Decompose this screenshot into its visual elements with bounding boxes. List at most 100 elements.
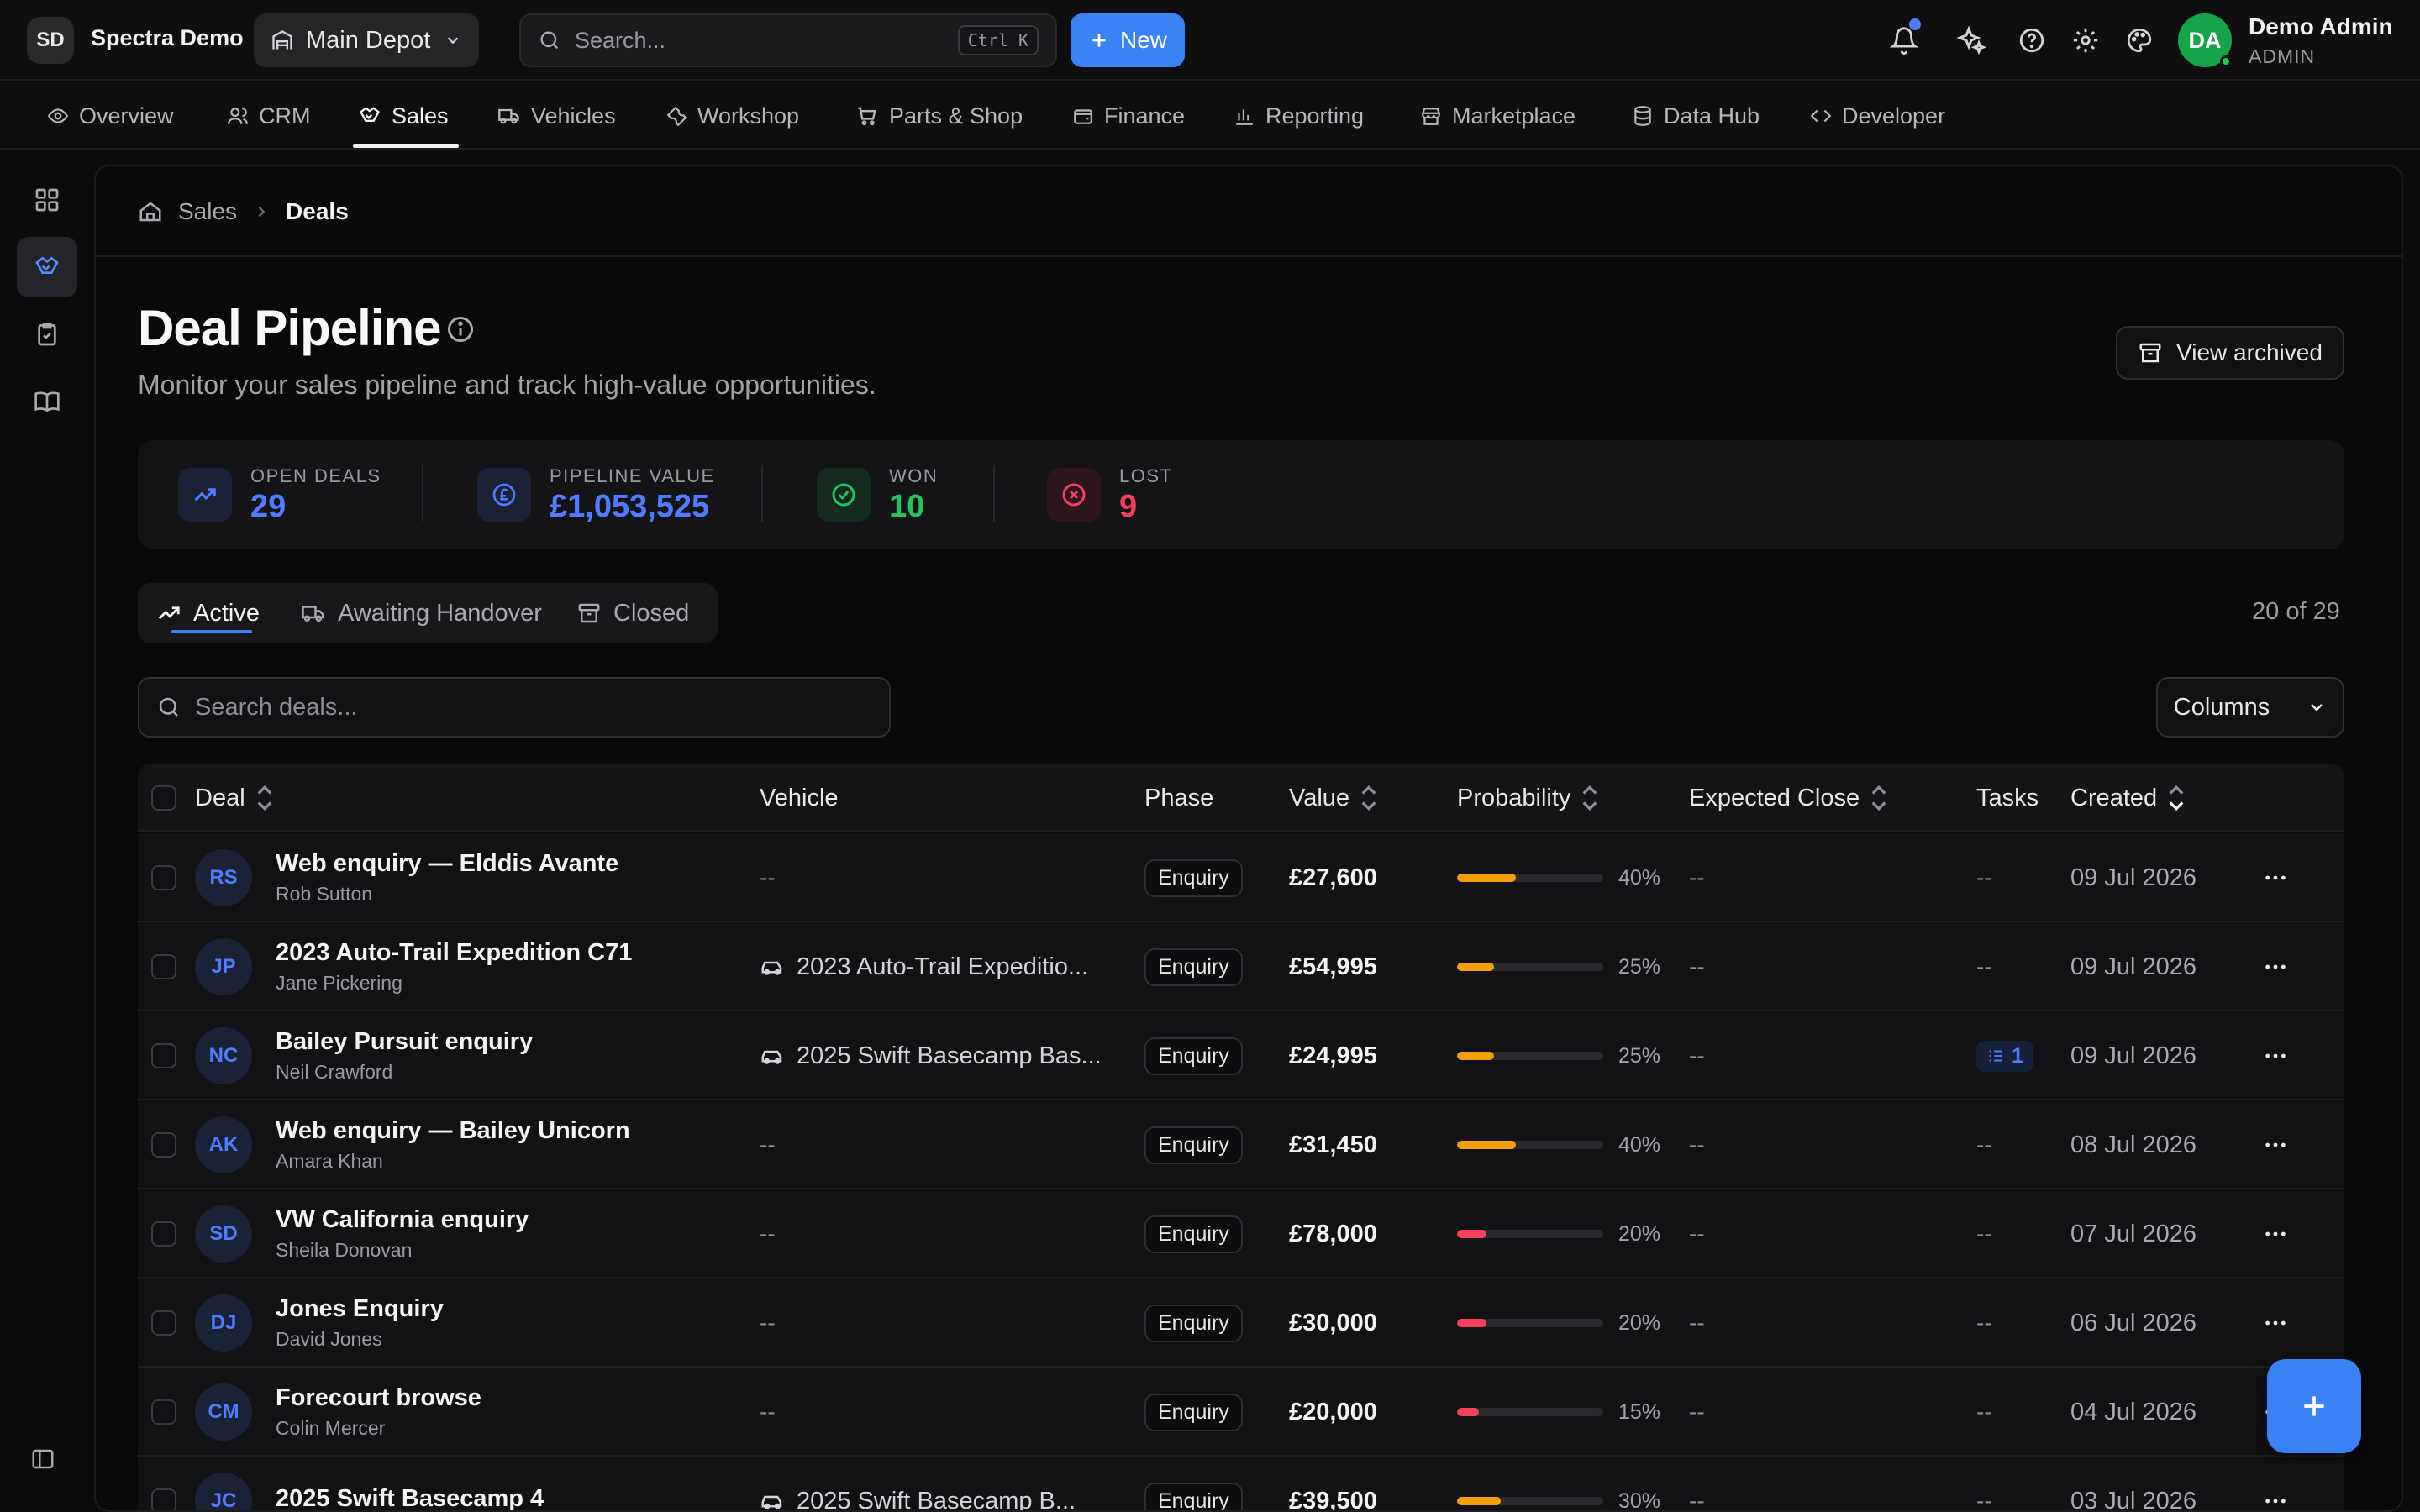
phase-badge[interactable]: Enquiry (1144, 1126, 1243, 1164)
nav-overview[interactable]: Overview (47, 82, 174, 150)
col-tasks[interactable]: Tasks (1976, 764, 2039, 832)
nav-crm[interactable]: CRM (227, 82, 311, 150)
nav-reporting[interactable]: Reporting (1234, 82, 1364, 150)
more-horizontal-icon[interactable] (2262, 1488, 2289, 1510)
view-archived-button[interactable]: View archived (2116, 326, 2344, 380)
table-row[interactable]: DJ Jones Enquiry David Jones -- Enquiry £30,0… (138, 1278, 2344, 1368)
nav-vehicles[interactable]: Vehicles (497, 82, 616, 150)
row-checkbox[interactable] (151, 1399, 176, 1425)
sort-icon[interactable] (1360, 781, 1378, 815)
phase-badge[interactable]: Enquiry (1144, 948, 1243, 986)
nav-marketplace[interactable]: Marketplace (1420, 82, 1576, 150)
breadcrumb-sales[interactable]: Sales (178, 198, 237, 225)
col-expected-close[interactable]: Expected Close (1689, 764, 1888, 832)
deal-contact[interactable]: Colin Mercer (276, 1417, 481, 1440)
info-icon[interactable] (445, 314, 476, 344)
sort-icon[interactable] (1581, 781, 1599, 815)
tasks-badge[interactable]: 1 (1976, 1040, 2033, 1072)
more-horizontal-icon[interactable] (2262, 953, 2289, 980)
table-row[interactable]: AK Web enquiry — Bailey Unicorn Amara Khan… (138, 1100, 2344, 1189)
row-checkbox[interactable] (151, 954, 176, 979)
deal-title[interactable]: 2023 Auto-Trail Expedition C71 (276, 939, 632, 967)
table-row[interactable]: JP 2023 Auto-Trail Expedition C71 Jane Pic… (138, 922, 2344, 1011)
phase-badge[interactable]: Enquiry (1144, 1037, 1243, 1075)
col-vehicle[interactable]: Vehicle (760, 764, 839, 832)
depot-selector[interactable]: Main Depot (254, 13, 479, 67)
rail-deals-button[interactable] (17, 237, 77, 297)
tab-awaiting-handover[interactable]: Awaiting Handover (301, 583, 542, 643)
phase-badge[interactable]: Enquiry (1144, 858, 1243, 897)
deal-contact[interactable]: Rob Sutton (276, 883, 618, 906)
deal-title[interactable]: Web enquiry — Bailey Unicorn (276, 1117, 630, 1145)
vehicle-link[interactable]: 2025 Swift Basecamp Bas... (760, 1042, 1102, 1070)
deal-contact[interactable]: David Jones (276, 1328, 444, 1351)
notifications-button[interactable] (1887, 18, 1921, 57)
theme-button[interactable] (2123, 24, 2156, 57)
sort-icon[interactable] (1870, 781, 1888, 815)
col-deal[interactable]: Deal (195, 764, 274, 832)
deal-contact[interactable]: Neil Crawford (276, 1061, 533, 1084)
tab-active[interactable]: Active (156, 583, 260, 643)
row-checkbox[interactable] (151, 1310, 176, 1336)
rail-dashboard-button[interactable] (17, 170, 77, 230)
row-checkbox[interactable] (151, 1488, 176, 1510)
nav-parts-shop[interactable]: Parts & Shop (855, 82, 1023, 150)
deal-title[interactable]: VW California enquiry (276, 1206, 529, 1234)
nav-finance[interactable]: Finance (1072, 82, 1185, 150)
sidebar-toggle-icon[interactable] (30, 1446, 55, 1472)
table-row[interactable]: NC Bailey Pursuit enquiry Neil Crawford 202… (138, 1011, 2344, 1100)
col-probability[interactable]: Probability (1457, 764, 1599, 832)
more-horizontal-icon[interactable] (2262, 1310, 2289, 1336)
deal-title[interactable]: Web enquiry — Elddis Avante (276, 850, 618, 878)
col-value[interactable]: Value (1289, 764, 1378, 832)
deal-title[interactable]: Bailey Pursuit enquiry (276, 1028, 533, 1056)
phase-badge[interactable]: Enquiry (1144, 1304, 1243, 1342)
phase-badge[interactable]: Enquiry (1144, 1482, 1243, 1510)
phase-badge[interactable]: Enquiry (1144, 1215, 1243, 1253)
user-name[interactable]: Demo Admin (2249, 13, 2393, 40)
columns-button[interactable]: Columns (2156, 677, 2344, 738)
sort-desc-icon[interactable] (2167, 781, 2186, 815)
help-button[interactable] (2015, 24, 2049, 57)
settings-button[interactable] (2069, 24, 2102, 57)
more-horizontal-icon[interactable] (2262, 1221, 2289, 1247)
rail-docs-button[interactable] (17, 371, 77, 432)
col-created[interactable]: Created (2070, 764, 2186, 832)
tab-closed[interactable]: Closed (576, 583, 689, 643)
more-horizontal-icon[interactable] (2262, 1042, 2289, 1069)
new-button[interactable]: New (1071, 13, 1185, 67)
vehicle-link[interactable]: 2023 Auto-Trail Expeditio... (760, 953, 1088, 981)
row-checkbox[interactable] (151, 1043, 176, 1068)
add-deal-fab[interactable] (2267, 1359, 2361, 1453)
global-search[interactable]: Search... Ctrl K (519, 13, 1057, 67)
rail-tasks-button[interactable] (17, 304, 77, 365)
sort-icon[interactable] (255, 781, 274, 815)
more-horizontal-icon[interactable] (2262, 1131, 2289, 1158)
select-all-checkbox[interactable] (151, 764, 176, 832)
nav-data-hub[interactable]: Data Hub (1632, 82, 1760, 150)
brand-avatar[interactable]: SD (27, 17, 74, 64)
deal-title[interactable]: Forecourt browse (276, 1384, 481, 1412)
nav-sales[interactable]: Sales (358, 82, 449, 150)
row-checkbox[interactable] (151, 1221, 176, 1247)
deal-contact[interactable]: Amara Khan (276, 1150, 630, 1173)
phase-badge[interactable]: Enquiry (1144, 1393, 1243, 1431)
vehicle-link[interactable]: 2025 Swift Basecamp B... (760, 1488, 1076, 1510)
nav-developer[interactable]: Developer (1810, 82, 1945, 150)
brand-name[interactable]: Spectra Demo (91, 25, 244, 51)
deal-contact[interactable]: Sheila Donovan (276, 1239, 529, 1262)
row-checkbox[interactable] (151, 1132, 176, 1158)
home-icon[interactable] (138, 199, 163, 224)
checkbox[interactable] (151, 785, 176, 811)
nav-workshop[interactable]: Workshop (666, 82, 799, 150)
deal-title[interactable]: Jones Enquiry (276, 1295, 444, 1323)
table-row[interactable]: JC 2025 Swift Basecamp 4 2025 Swift Baseca… (138, 1457, 2344, 1511)
table-row[interactable]: CM Forecourt browse Colin Mercer -- Enquiry £… (138, 1368, 2344, 1457)
table-row[interactable]: RS Web enquiry — Elddis Avante Rob Sutton -… (138, 833, 2344, 922)
deal-contact[interactable]: Jane Pickering (276, 972, 632, 995)
table-row[interactable]: SD VW California enquiry Sheila Donovan -- E… (138, 1189, 2344, 1278)
row-checkbox[interactable] (151, 865, 176, 890)
ai-assistant-button[interactable] (1954, 24, 1988, 57)
deal-title[interactable]: 2025 Swift Basecamp 4 (276, 1485, 544, 1511)
col-phase[interactable]: Phase (1144, 764, 1213, 832)
